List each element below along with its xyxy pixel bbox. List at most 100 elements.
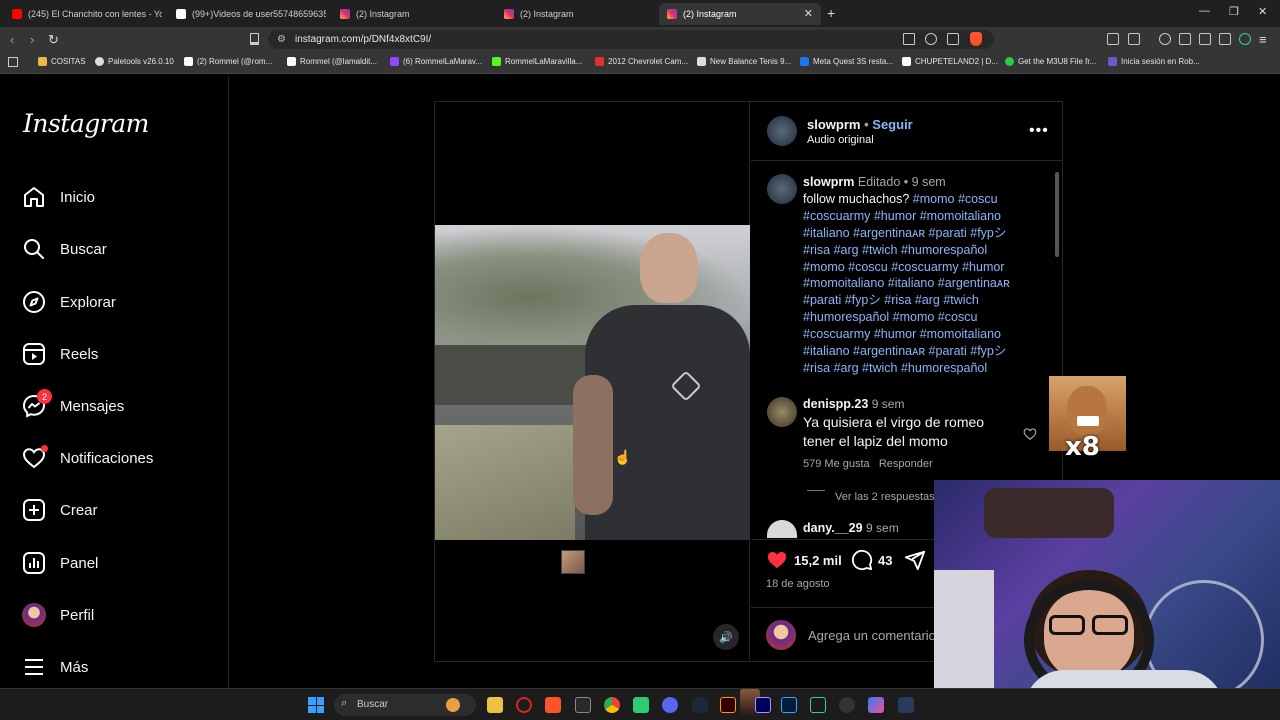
sidebar-item-notificaciones[interactable]: Notificaciones (22, 443, 153, 473)
bookmark-icon[interactable] (250, 33, 259, 45)
reply-button[interactable]: Responder (879, 458, 933, 470)
bookmark-item[interactable]: Paletools v26.0.10 (95, 57, 174, 66)
minimize-icon[interactable]: — (1199, 5, 1210, 17)
app-icon[interactable] (839, 697, 855, 713)
zoom-icon[interactable] (925, 33, 937, 45)
photoshop-icon[interactable] (781, 697, 797, 713)
like-count[interactable]: 15,2 mil (794, 553, 842, 568)
volume-icon[interactable]: 🔊 (713, 624, 739, 650)
sidebar-item-mensajes[interactable]: 2 Mensajes (22, 389, 124, 421)
comment-count[interactable]: 43 (878, 553, 892, 568)
add-comment-input[interactable]: Agrega un comentario... (808, 628, 947, 643)
hashtag-line[interactable]: #humorespañol #momo #coscu (803, 309, 1043, 326)
hashtag-line[interactable]: #risa #arg #twich #humorespañol (803, 242, 1043, 259)
taskbar-search[interactable]: ⌕ Buscar (334, 694, 476, 716)
bookmark-item[interactable]: (2) Rommel (@rom... (184, 57, 272, 66)
brave-icon[interactable] (545, 697, 561, 713)
view-replies-button[interactable]: Ver las 2 respuestas (835, 491, 935, 503)
bookmark-item[interactable]: 2012 Chevrolet Cam... (595, 57, 688, 66)
app-icon[interactable] (633, 697, 649, 713)
caption-avatar[interactable] (767, 174, 797, 204)
comment-username[interactable]: dany.__29 (803, 521, 863, 535)
chrome-icon[interactable] (604, 697, 620, 713)
premiere-icon[interactable] (755, 697, 771, 713)
maximize-icon[interactable]: ❐ (1229, 5, 1239, 18)
file-explorer-icon[interactable] (487, 697, 503, 713)
vpn-icon[interactable] (1239, 33, 1251, 45)
scrollbar-thumb[interactable] (1055, 172, 1059, 257)
sidebar-item-mas[interactable]: Más (22, 652, 88, 682)
comment-icon[interactable] (850, 549, 874, 571)
bookmark-item[interactable]: (6) RommelLaMarav... (390, 57, 482, 66)
sidebar-item-explorar[interactable]: Explorar (22, 287, 116, 317)
bookmark-item[interactable]: Get the M3U8 File fr... (1005, 57, 1096, 66)
close-tab-icon[interactable]: ✕ (804, 7, 813, 20)
extensions-icon[interactable] (1107, 33, 1119, 45)
bookmark-item[interactable]: Meta Quest 3S resta... (800, 57, 893, 66)
sidebar-item-buscar[interactable]: Buscar (22, 234, 107, 264)
illustrator-icon[interactable] (720, 697, 736, 713)
leo-icon[interactable] (1199, 33, 1211, 45)
like-icon[interactable] (765, 549, 789, 571)
bookmark-item[interactable]: RommelLaMaravilla... (492, 57, 582, 66)
hashtag-line[interactable]: #italiano #argentinaᴀʀ #parati #fypシ (803, 343, 1043, 360)
wallet-icon[interactable] (1128, 33, 1140, 45)
sidebar-item-reels[interactable]: Reels (22, 339, 98, 369)
reload-icon[interactable]: ↻ (48, 32, 59, 48)
author-avatar[interactable] (767, 116, 797, 146)
comment-likes[interactable]: 579 Me gusta (803, 458, 870, 470)
comment-username[interactable]: denispp.23 (803, 397, 868, 411)
commenter-avatar[interactable] (767, 397, 797, 427)
audio-thumbnail[interactable] (561, 550, 585, 574)
sidebar-item-crear[interactable]: Crear (22, 495, 98, 525)
browser-tab-active[interactable]: (2) Instagram ✕ (659, 3, 821, 25)
hashtag-line[interactable]: #coscuarmy #humor #momoitaliano (803, 326, 1043, 343)
more-options-icon[interactable]: ••• (1029, 122, 1049, 140)
browser-tab[interactable]: (2) Instagram (332, 3, 490, 25)
ai-icon[interactable] (1219, 33, 1231, 45)
follow-button[interactable]: Seguir (872, 117, 912, 132)
steam-icon[interactable] (692, 697, 708, 713)
share-icon[interactable] (947, 33, 959, 45)
comment-like-icon[interactable] (1023, 427, 1037, 441)
url-bar[interactable]: ⚙ instagram.com/p/DNf4x8xtC9I/ (268, 30, 994, 49)
opera-icon[interactable] (516, 697, 532, 713)
install-app-icon[interactable] (903, 33, 915, 45)
brave-shield-icon[interactable] (970, 32, 982, 46)
forward-icon[interactable]: › (30, 32, 34, 47)
menu-icon[interactable]: ≡ (1259, 32, 1267, 47)
apps-grid-icon[interactable] (8, 57, 18, 67)
audio-label[interactable]: Audio original (807, 134, 874, 146)
sidebar-icon[interactable] (1179, 33, 1191, 45)
bookmark-item[interactable]: COSITAS (38, 57, 86, 66)
browser-tab[interactable]: (245) El Chanchito con lentes - YouTube (4, 3, 162, 25)
caption-username[interactable]: slowprm (803, 175, 854, 189)
hashtag-line[interactable]: #momo #coscu #coscuarmy #humor (803, 259, 1043, 276)
sidebar-item-panel[interactable]: Panel (22, 548, 98, 578)
app-icon[interactable] (575, 697, 591, 713)
browser-tab[interactable]: (2) Instagram (496, 3, 654, 25)
instagram-logo[interactable]: Instagram (23, 109, 149, 138)
discord-icon[interactable] (662, 697, 678, 713)
site-info-icon[interactable]: ⚙ (277, 34, 286, 45)
hashtag-line[interactable]: #coscuarmy #humor #momoitaliano (803, 208, 1043, 225)
app-icon[interactable] (898, 697, 914, 713)
hashtag-line[interactable]: #momoitaliano #italiano #argentinaᴀʀ (803, 275, 1043, 292)
video-player[interactable] (435, 225, 750, 540)
app-icon[interactable] (810, 697, 826, 713)
browser-tab[interactable]: (99+)Videos de user55748659635 (@ (168, 3, 326, 25)
sidebar-item-inicio[interactable]: Inicio (22, 182, 95, 212)
windows-start-icon[interactable] (308, 697, 324, 713)
back-icon[interactable]: ‹ (10, 32, 14, 47)
new-tab-button[interactable]: + (827, 5, 835, 21)
share-icon[interactable] (904, 549, 926, 571)
hashtag-line[interactable]: #italiano #argentinaᴀʀ #parati #fypシ (803, 225, 1043, 242)
hashtag-line[interactable]: #risa #arg #twich #humorespañol (803, 360, 1043, 377)
commenter-avatar[interactable] (767, 520, 797, 538)
comments-scrollbar[interactable] (1053, 162, 1061, 532)
media-icon[interactable] (1159, 33, 1171, 45)
copilot-icon[interactable] (868, 697, 884, 713)
close-window-icon[interactable]: ✕ (1258, 5, 1267, 18)
bookmark-item[interactable]: CHUPETELAND2 | D... (902, 57, 998, 66)
bookmark-item[interactable]: New Balance Tenis 9... (697, 57, 791, 66)
